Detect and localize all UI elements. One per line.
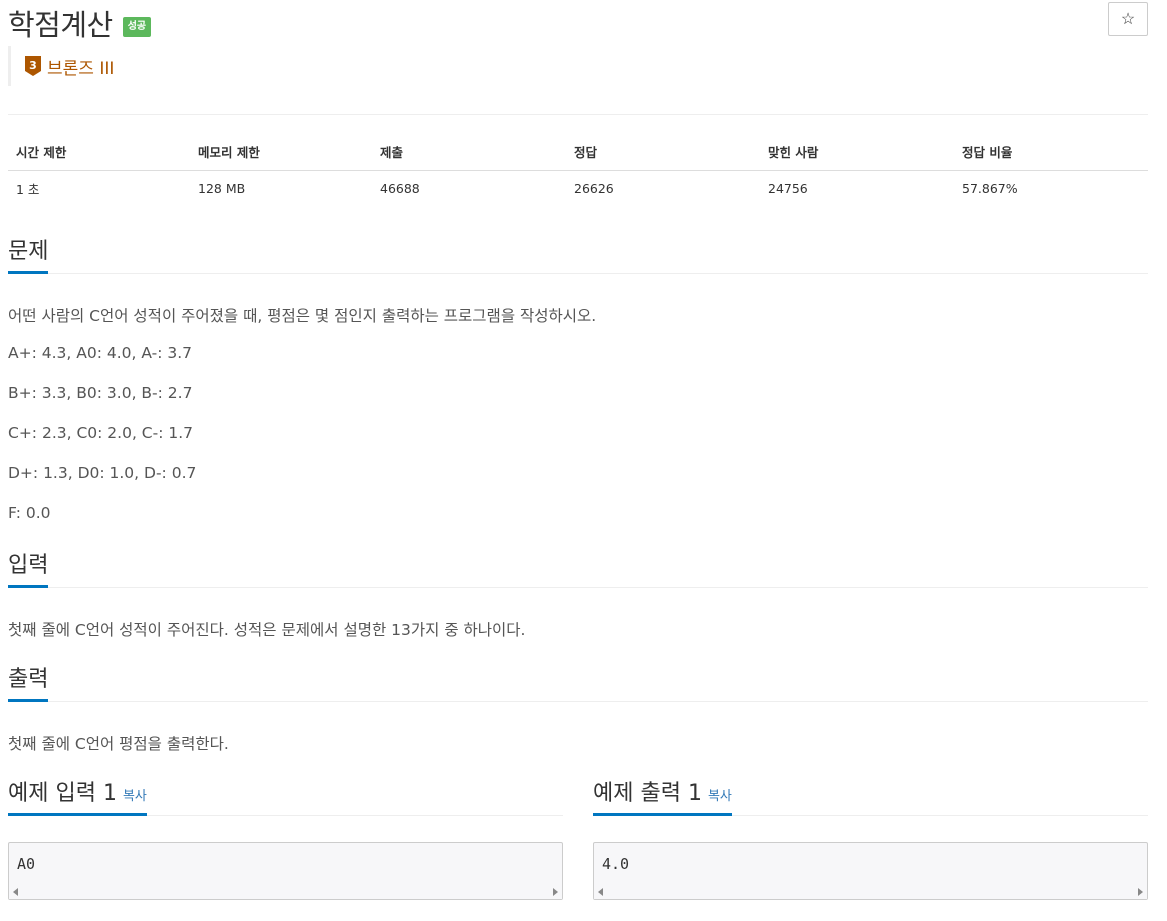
input-description: 첫째 줄에 C언어 성적이 주어진다. 성적은 문제에서 설명한 13가지 중 … (8, 621, 526, 639)
header-solvers: 맞힌 사람 (760, 134, 954, 171)
sample-input-code: A0 (17, 855, 36, 873)
input-section-title: 입력 (8, 552, 49, 588)
copy-sample-input-button[interactable]: 복사 (123, 789, 147, 804)
status-badge: 성공 (122, 17, 152, 37)
svg-text:3: 3 (29, 59, 37, 72)
sample-output-title: 예제 출력 1 복사 (593, 780, 732, 816)
grade-line-f: F: 0.0 (8, 504, 51, 522)
value-memory-limit: 128 MB (198, 180, 246, 196)
header-time-limit: 시간 제한 (8, 134, 190, 171)
header-accepted: 정답 (566, 134, 760, 171)
header-accuracy: 정답 비율 (954, 134, 1148, 171)
scroll-left-icon[interactable] (13, 888, 18, 896)
header-memory-limit: 메모리 제한 (190, 134, 372, 171)
problem-info-table: 시간 제한 메모리 제한 제출 정답 맞힌 사람 정답 비율 1 초 128 M… (8, 134, 1148, 206)
star-button[interactable]: ☆ (1108, 2, 1148, 36)
bronze-tier-icon: 3 (25, 56, 41, 76)
input-section-header: 입력 (8, 552, 1148, 588)
problem-description: 어떤 사람의 C언어 성적이 주어졌을 때, 평점은 몇 점인지 출력하는 프로… (8, 307, 597, 325)
output-description: 첫째 줄에 C언어 평점을 출력한다. (8, 735, 229, 753)
horizontal-scrollbar[interactable] (9, 885, 562, 899)
scroll-left-icon[interactable] (598, 888, 603, 896)
table-row: 1 초 128 MB 46688 26626 24756 57.867% (8, 170, 1148, 206)
sample-output-header: 예제 출력 1 복사 (593, 780, 1148, 816)
problem-section-title: 문제 (8, 238, 49, 274)
tier-info: 3 브론즈 III (8, 46, 114, 86)
value-accuracy: 57.867% (962, 180, 1018, 196)
sample-output-code: 4.0 (602, 855, 630, 873)
value-submissions[interactable]: 46688 (372, 170, 566, 206)
sample-input-title: 예제 입력 1 복사 (8, 780, 147, 816)
grade-line-d: D+: 1.3, D0: 1.0, D-: 0.7 (8, 464, 197, 482)
problem-header: 학점계산 성공 (8, 2, 152, 44)
divider (8, 114, 1148, 115)
output-section-header: 출력 (8, 666, 1148, 702)
value-time-limit: 1 초 (16, 181, 40, 197)
problem-section-header: 문제 (8, 238, 1148, 274)
scroll-right-icon[interactable] (553, 888, 558, 896)
sample-input-box[interactable]: A0 (8, 842, 563, 900)
value-accepted: 26626 (574, 180, 614, 196)
value-solvers: 24756 (768, 180, 808, 196)
tier-link[interactable]: 브론즈 III (47, 54, 114, 79)
sample-output-box[interactable]: 4.0 (593, 842, 1148, 900)
copy-sample-output-button[interactable]: 복사 (708, 789, 732, 804)
sample-input-header: 예제 입력 1 복사 (8, 780, 563, 816)
horizontal-scrollbar[interactable] (594, 885, 1147, 899)
grade-line-b: B+: 3.3, B0: 3.0, B-: 2.7 (8, 384, 193, 402)
output-section-title: 출력 (8, 666, 49, 702)
grade-line-a: A+: 4.3, A0: 4.0, A-: 3.7 (8, 344, 193, 362)
star-icon: ☆ (1120, 11, 1136, 28)
page-title: 학점계산 (8, 8, 113, 42)
scroll-right-icon[interactable] (1138, 888, 1143, 896)
table-header-row: 시간 제한 메모리 제한 제출 정답 맞힌 사람 정답 비율 (8, 134, 1148, 171)
header-submissions: 제출 (372, 134, 566, 171)
grade-line-c: C+: 2.3, C0: 2.0, C-: 1.7 (8, 424, 194, 442)
